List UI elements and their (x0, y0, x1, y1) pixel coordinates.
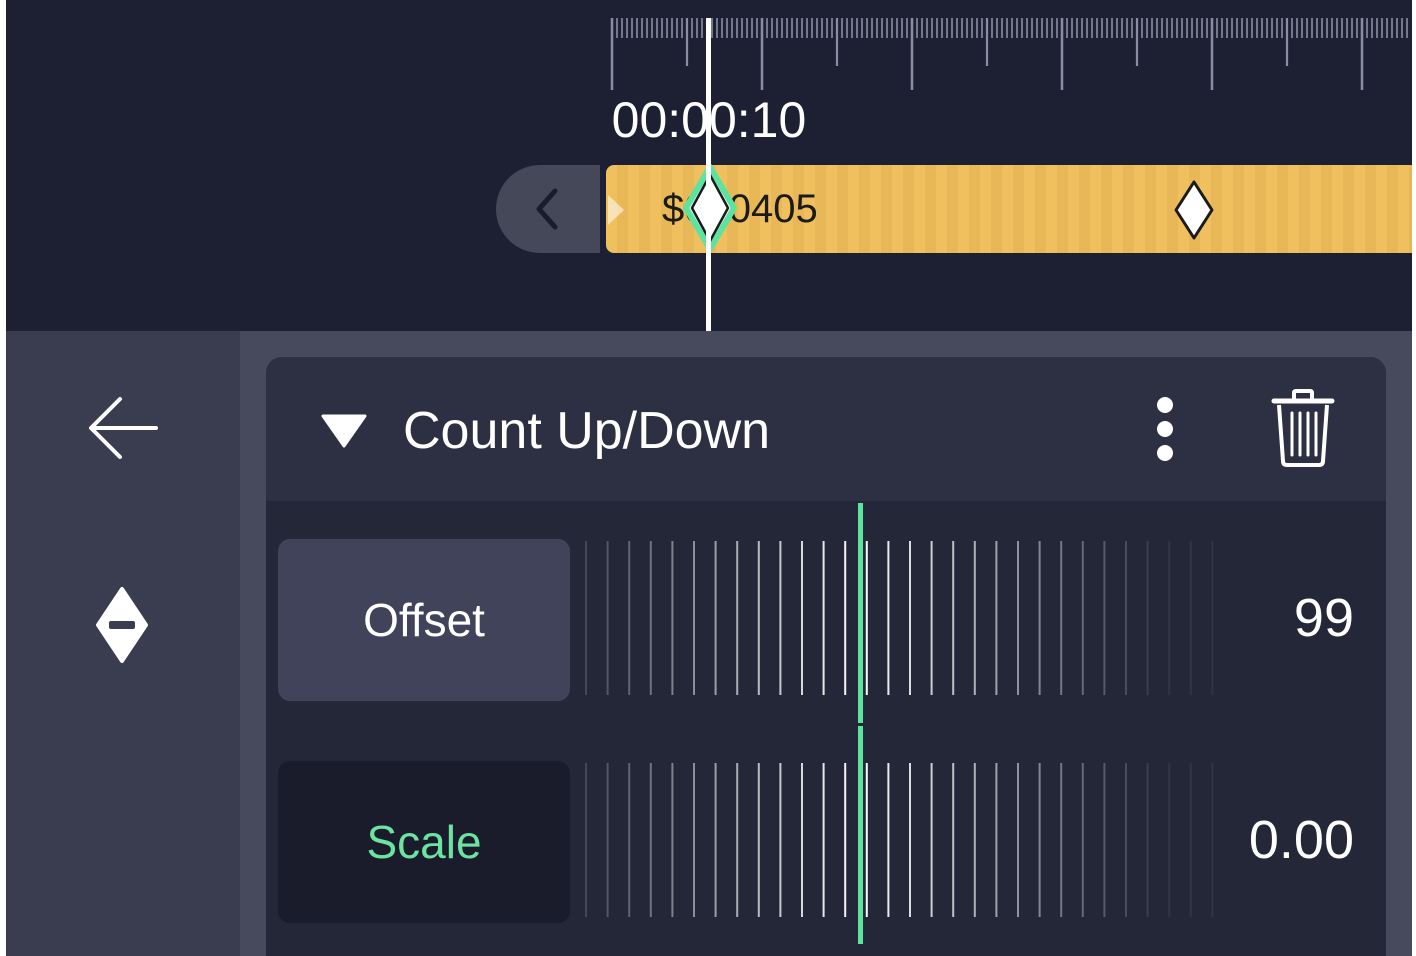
scale-button[interactable]: Scale (278, 761, 570, 923)
offset-dial-indicator (858, 503, 863, 723)
app-frame: 00:00:10 $000405 (6, 0, 1412, 956)
keyframe-diamond-icon[interactable] (1172, 179, 1216, 241)
effect-card: Count Up/Down Offset 99 Scale 0.00 (266, 357, 1386, 956)
effect-title: Count Up/Down (403, 402, 771, 460)
property-row-offset: Offset 99 (266, 533, 1386, 703)
effect-card-header: Count Up/Down (266, 357, 1386, 501)
effect-panel: Count Up/Down Offset 99 Scale 0.00 (6, 331, 1412, 956)
scale-value: 0.00 (1248, 810, 1354, 870)
side-toolbar (6, 331, 240, 956)
playhead[interactable] (706, 18, 711, 331)
chevron-left-icon (536, 188, 558, 230)
timeline-ruler[interactable] (606, 0, 1412, 100)
offset-value: 99 (1293, 588, 1354, 648)
triangle-down-icon[interactable] (320, 413, 368, 449)
trash-icon[interactable] (1270, 389, 1336, 469)
scale-dial[interactable] (576, 755, 1216, 925)
property-row-scale: Scale 0.00 (266, 755, 1386, 925)
offset-button[interactable]: Offset (278, 539, 570, 701)
clip-trim-handle[interactable] (606, 195, 626, 225)
clip-collapse-button[interactable] (496, 165, 600, 253)
arrow-left-icon[interactable] (86, 395, 160, 461)
offset-dial[interactable] (576, 533, 1216, 703)
more-vertical-icon[interactable] (1150, 395, 1180, 465)
timeline-area[interactable]: 00:00:10 $000405 (6, 0, 1412, 331)
keyframe-remove-icon[interactable] (94, 585, 150, 665)
scale-dial-indicator (858, 726, 863, 944)
